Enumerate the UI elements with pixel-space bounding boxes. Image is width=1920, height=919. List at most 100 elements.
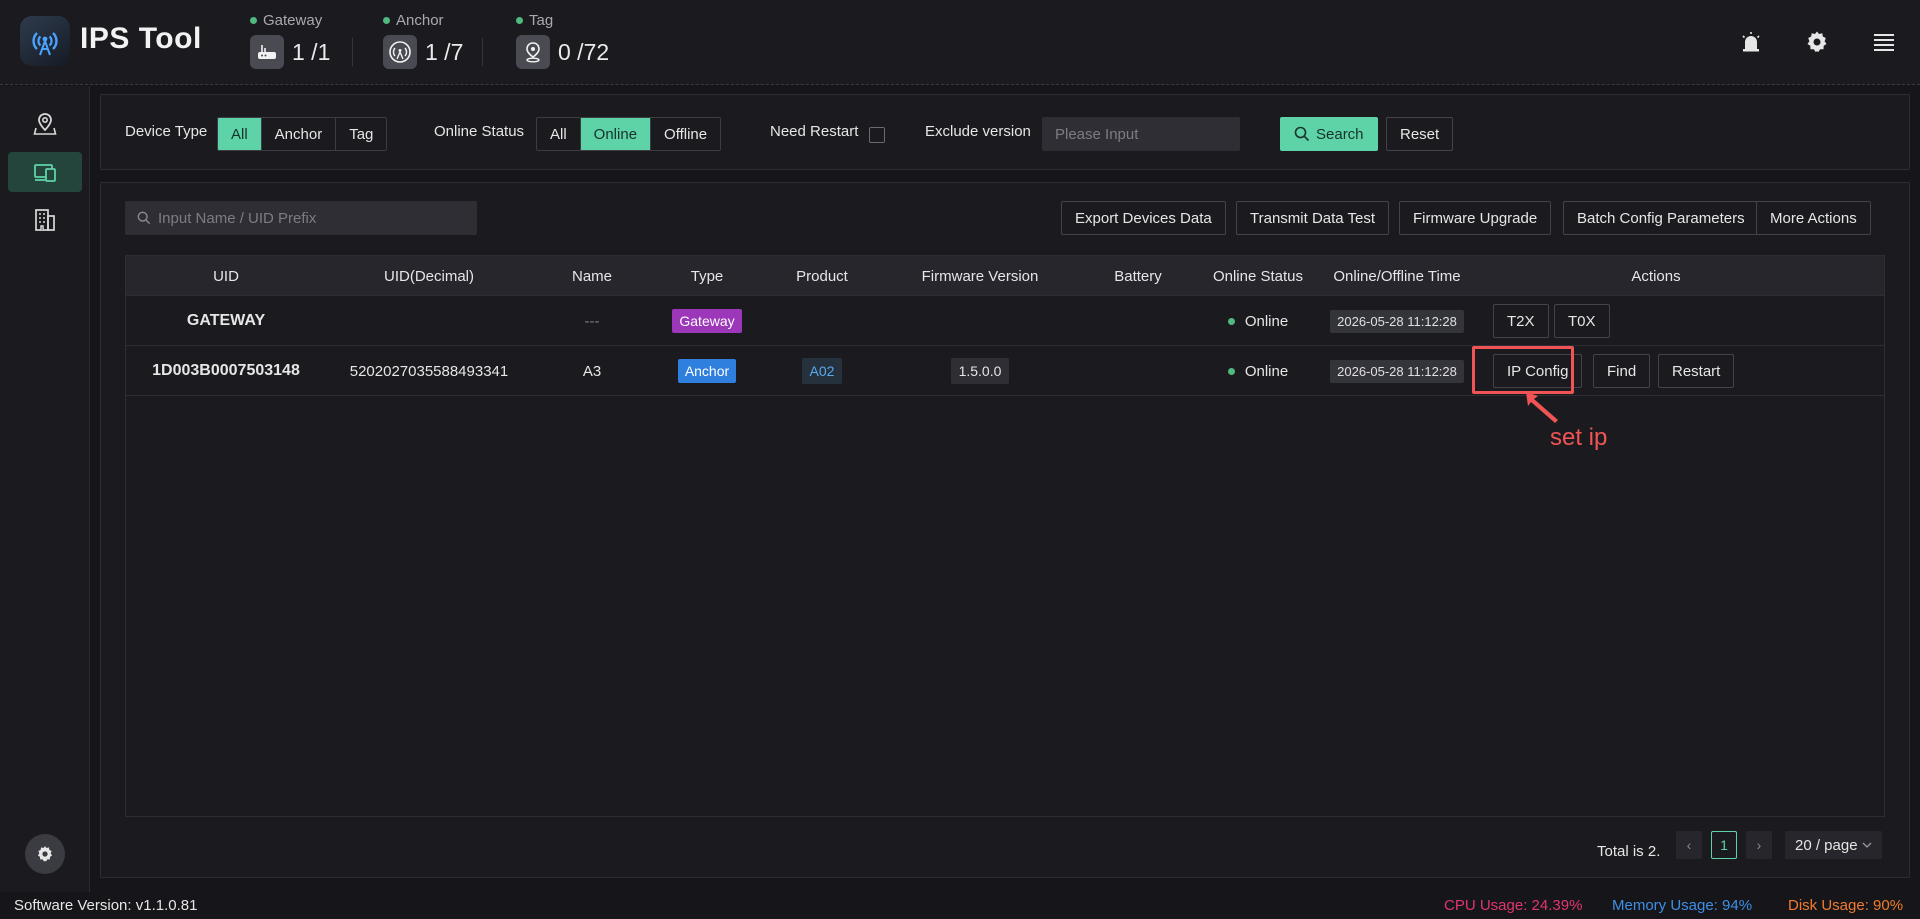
gear-icon[interactable] (1803, 28, 1831, 56)
page-size-label: 20 / page (1795, 836, 1858, 854)
online-status-label: Online Status (434, 123, 525, 140)
page-size-select[interactable]: 20 / page (1785, 831, 1882, 859)
ip-config-highlight (1472, 346, 1574, 394)
app-logo-icon (20, 16, 70, 66)
row-name: A3 (582, 362, 602, 380)
annotation-label: set ip (1550, 424, 1608, 451)
firmware-chip: 1.5.0.0 (950, 358, 1010, 384)
row-online-time: 2026-05-28 11:12:28 (1318, 346, 1476, 396)
find-button[interactable]: Find (1593, 354, 1651, 388)
router-icon (250, 35, 284, 69)
online-status-segment: All Online Offline (536, 117, 722, 151)
row-uid-decimal (326, 296, 532, 346)
sidebar (0, 86, 90, 892)
table-header: UID UID(Decimal) Name Type Product Firmw… (126, 256, 1884, 296)
app-root: IPS Tool Gateway 1 /1 Anchor 1 /7 Tag 0 … (0, 0, 1920, 919)
chevron-down-icon (1862, 842, 1872, 848)
type-badge: Anchor (677, 359, 737, 383)
device-type-tag[interactable]: Tag (336, 118, 387, 150)
gateway-stat-label: Gateway (263, 12, 323, 29)
column-header-online-time[interactable]: Online/Offline Time (1318, 256, 1476, 296)
column-header-online-status[interactable]: Online Status (1198, 256, 1318, 296)
building-icon (35, 209, 55, 231)
antenna-icon (383, 35, 417, 69)
search-button[interactable]: Search (1280, 117, 1378, 151)
online-status-all[interactable]: All (537, 118, 581, 150)
need-restart-checkbox[interactable] (869, 127, 885, 143)
column-header-type[interactable]: Type (652, 256, 762, 296)
sidebar-item-devices[interactable] (8, 152, 82, 192)
gateway-stat: Gateway 1 /1 (250, 12, 330, 69)
devices-icon (34, 164, 56, 182)
firmware-upgrade-button[interactable]: Firmware Upgrade (1399, 201, 1552, 235)
export-devices-button[interactable]: Export Devices Data (1061, 201, 1226, 235)
column-header-name[interactable]: Name (532, 256, 652, 296)
menu-icon[interactable] (1870, 28, 1898, 56)
sidebar-settings-button[interactable] (25, 834, 65, 874)
t0x-button[interactable]: T0X (1554, 304, 1610, 338)
column-header-actions: Actions (1631, 267, 1681, 285)
restart-button[interactable]: Restart (1658, 354, 1735, 388)
column-header-uid-decimal[interactable]: UID(Decimal) (326, 256, 532, 296)
software-version: Software Version: v1.1.0.81 (14, 897, 198, 914)
row-firmware: 1.5.0.0 (882, 346, 1078, 396)
t2x-button[interactable]: T2X (1493, 304, 1549, 338)
table-row[interactable]: 1D003B0007503148 5202027035588493341 A3 … (126, 346, 1884, 396)
time-chip: 2026-05-28 11:12:28 (1330, 309, 1464, 333)
row-online-status: Online (1198, 296, 1318, 346)
online-status-text: Online (1244, 312, 1289, 330)
anchor-stat-label: Anchor (396, 12, 444, 29)
online-dot (1227, 367, 1235, 375)
alarm-icon[interactable] (1737, 28, 1765, 56)
sidebar-item-building[interactable] (8, 200, 82, 240)
status-dot (516, 17, 523, 24)
more-actions-button[interactable]: More Actions (1756, 201, 1871, 235)
pagination-page-1[interactable]: 1 (1711, 831, 1737, 859)
column-header-product[interactable]: Product (762, 256, 882, 296)
cpu-usage: CPU Usage: 24.39% (1444, 897, 1583, 914)
device-type-all[interactable]: All (218, 118, 262, 150)
device-type-anchor[interactable]: Anchor (261, 118, 337, 150)
header-divider (482, 38, 483, 66)
time-chip: 2026-05-28 11:12:28 (1330, 359, 1464, 383)
row-product: A02 (762, 346, 882, 396)
pagination-total: Total is 2. (1597, 843, 1661, 860)
sidebar-item-map[interactable] (8, 104, 82, 144)
column-header-firmware[interactable]: Firmware Version (882, 256, 1078, 296)
column-header-battery[interactable]: Battery (1078, 256, 1198, 296)
search-icon (1294, 126, 1310, 142)
search-button-label: Search (1316, 125, 1364, 143)
map-location-icon (33, 113, 57, 135)
exclude-version-input[interactable] (1042, 117, 1240, 151)
online-dot (1227, 317, 1235, 325)
type-badge: Gateway (672, 309, 742, 333)
row-uid: 1D003B0007503148 (152, 362, 300, 379)
online-status-text: Online (1244, 362, 1289, 380)
status-dot (383, 17, 390, 24)
settings-icon (37, 846, 53, 862)
reset-button[interactable]: Reset (1386, 117, 1454, 151)
batch-config-button[interactable]: Batch Config Parameters (1563, 201, 1759, 235)
row-uid: GATEWAY (186, 312, 266, 329)
pagination-prev-button[interactable]: ‹ (1676, 831, 1702, 859)
online-status-offline[interactable]: Offline (651, 118, 721, 150)
filter-panel: Device Type All Anchor Tag Online Status… (100, 94, 1910, 170)
devices-table: UID UID(Decimal) Name Type Product Firmw… (125, 255, 1885, 817)
tag-stat-label: Tag (529, 12, 554, 29)
product-chip: A02 (801, 358, 843, 384)
transmit-data-test-button[interactable]: Transmit Data Test (1236, 201, 1390, 235)
anchor-stat: Anchor 1 /7 (383, 12, 463, 69)
column-header-uid[interactable]: UID (126, 256, 326, 296)
tag-stat-value: 0 /72 (558, 38, 610, 65)
app-title: IPS Tool (80, 22, 202, 55)
annotation-arrow-icon (1526, 392, 1558, 423)
row-online-status: Online (1198, 346, 1318, 396)
device-search-input[interactable] (125, 201, 477, 235)
disk-usage: Disk Usage: 90% (1788, 897, 1904, 914)
table-row[interactable]: GATEWAY --- Gateway Online 2026-05-28 11… (126, 296, 1884, 346)
row-type: Gateway (652, 296, 762, 346)
device-type-segment: All Anchor Tag (217, 117, 388, 151)
tag-stat: Tag 0 /72 (516, 12, 609, 69)
pagination-next-button[interactable]: › (1746, 831, 1772, 859)
online-status-online[interactable]: Online (580, 118, 652, 150)
